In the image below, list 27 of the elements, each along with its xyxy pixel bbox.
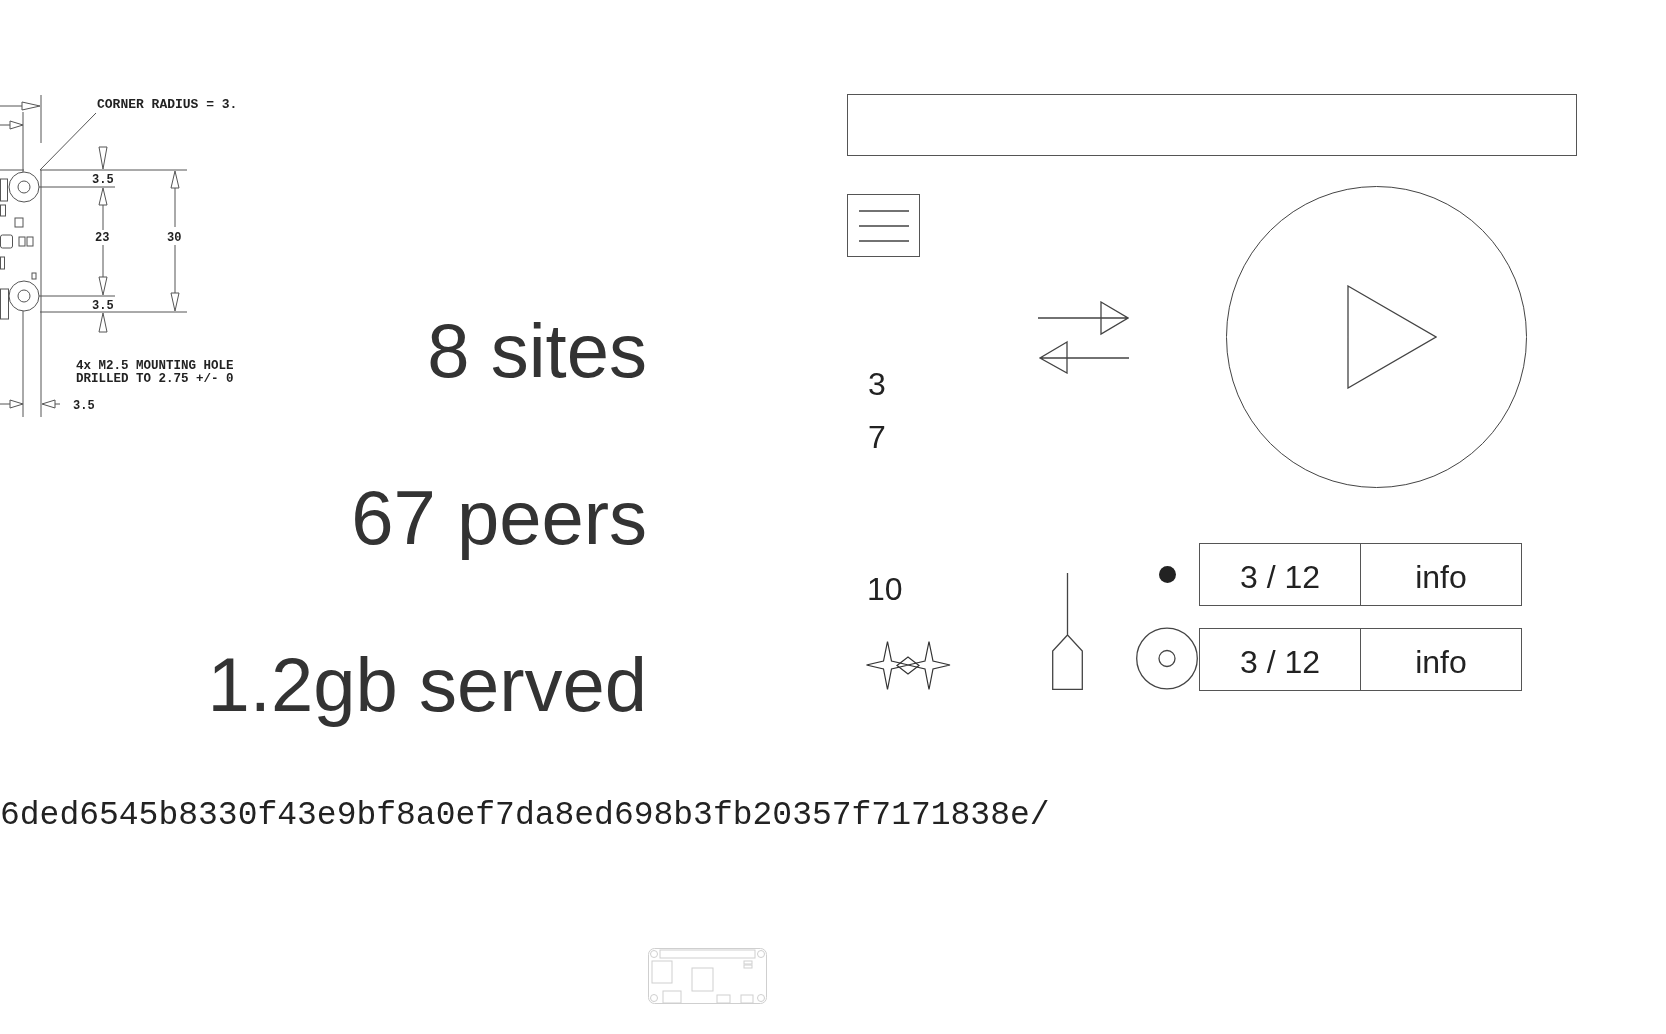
- dimension-label: 3.5: [92, 173, 114, 187]
- table-cell: info: [1361, 628, 1522, 691]
- play-icon: [1346, 285, 1437, 389]
- disc-icon: [1136, 627, 1198, 690]
- hash-text: 6ded6545b8330f43e9bf8a0ef7da8ed698b3fb20357f7171838e/: [0, 799, 1050, 833]
- table-cell: info: [1361, 543, 1522, 606]
- number-label: 7: [868, 421, 886, 453]
- sparkles-icon: [866, 641, 951, 690]
- count-label: 10: [867, 573, 903, 605]
- hanging-tag-icon: [1052, 573, 1083, 690]
- stat-text: 1.2gb served: [207, 641, 647, 729]
- drawing-note: 4x M2.5 MOUNTING HOLE DRILLED TO 2.75 +/- 0: [76, 359, 234, 386]
- dot-icon: [1158, 566, 1176, 583]
- stat-text: 8 sites: [427, 307, 647, 395]
- callout-text: CORNER RADIUS = 3.: [97, 97, 238, 112]
- swap-arrows-icon[interactable]: [1038, 301, 1129, 374]
- menu-button[interactable]: [847, 194, 920, 257]
- number-label: 3: [868, 368, 886, 400]
- table-cell: 3 / 12: [1199, 628, 1361, 691]
- dimension-label: 23: [95, 231, 110, 245]
- dimension-label: 3.5: [73, 399, 95, 413]
- stat-text: 67 peers: [351, 474, 647, 562]
- table-cell: 3 / 12: [1199, 543, 1361, 606]
- dimension-label: 3.5: [92, 299, 114, 313]
- dimension-label: 30: [167, 231, 182, 245]
- text-input[interactable]: [847, 94, 1577, 156]
- menu-icon: [858, 209, 909, 242]
